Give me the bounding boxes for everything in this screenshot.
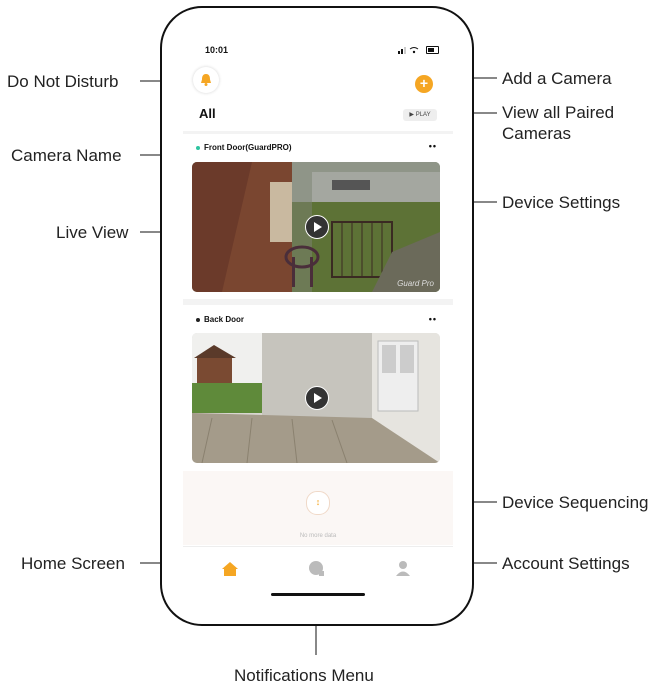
divider <box>183 131 453 134</box>
feed-watermark: Guard Pro <box>397 279 434 288</box>
status-icons <box>397 45 439 54</box>
label-view-all-line2: Cameras <box>502 124 571 143</box>
tab-icons <box>222 561 410 576</box>
add-camera-button[interactable]: + <box>415 75 433 93</box>
label-notifications-menu: Notifications Menu <box>234 666 374 685</box>
divider <box>183 299 453 305</box>
do-not-disturb-button[interactable] <box>193 67 219 93</box>
device-sequencing-button[interactable]: ↕ <box>306 491 330 515</box>
signal-wifi-icon <box>397 46 419 54</box>
label-do-not-disturb: Do Not Disturb <box>7 72 119 91</box>
status-bar: 10:01 <box>183 33 453 63</box>
label-home-screen: Home Screen <box>21 554 125 573</box>
online-dot <box>196 145 200 150</box>
label-camera-name: Camera Name <box>11 146 122 165</box>
camera-name-text: Back Door <box>204 315 245 324</box>
live-view-front[interactable]: Guard Pro <box>192 162 440 292</box>
status-time: 10:01 <box>205 45 229 55</box>
label-add-camera: Add a Camera <box>502 69 612 88</box>
no-more-data-text: No more data <box>299 533 337 539</box>
notifications-icon[interactable] <box>309 561 324 576</box>
page-title: All <box>199 106 216 121</box>
label-view-all-line1: View all Paired <box>502 103 615 122</box>
phone-screen: 10:01 + All ▶ PLAY Front Door(GuardPRO) … <box>183 33 453 606</box>
play-all-button[interactable]: ▶ PLAY <box>403 109 437 121</box>
status-dot <box>196 317 200 322</box>
home-icon[interactable] <box>222 562 238 576</box>
account-icon[interactable] <box>396 561 410 576</box>
device-settings-button[interactable]: •• <box>429 141 437 151</box>
play-icon[interactable] <box>305 386 329 410</box>
bell-icon <box>201 74 211 86</box>
device-settings-button[interactable]: •• <box>429 314 437 324</box>
camera-name-text: Front Door(GuardPRO) <box>204 143 292 152</box>
camera-name-back: Back Door <box>196 315 244 324</box>
label-live-view: Live View <box>56 223 129 242</box>
label-device-settings: Device Settings <box>502 193 621 212</box>
battery-icon <box>426 45 439 54</box>
home-indicator <box>271 593 365 596</box>
live-view-back[interactable] <box>192 333 440 463</box>
play-icon[interactable] <box>305 215 329 239</box>
tab-bar <box>183 546 453 606</box>
camera-name-front: Front Door(GuardPRO) <box>196 143 292 152</box>
label-account-settings: Account Settings <box>502 554 630 573</box>
label-device-sequencing: Device Sequencing <box>502 493 649 512</box>
